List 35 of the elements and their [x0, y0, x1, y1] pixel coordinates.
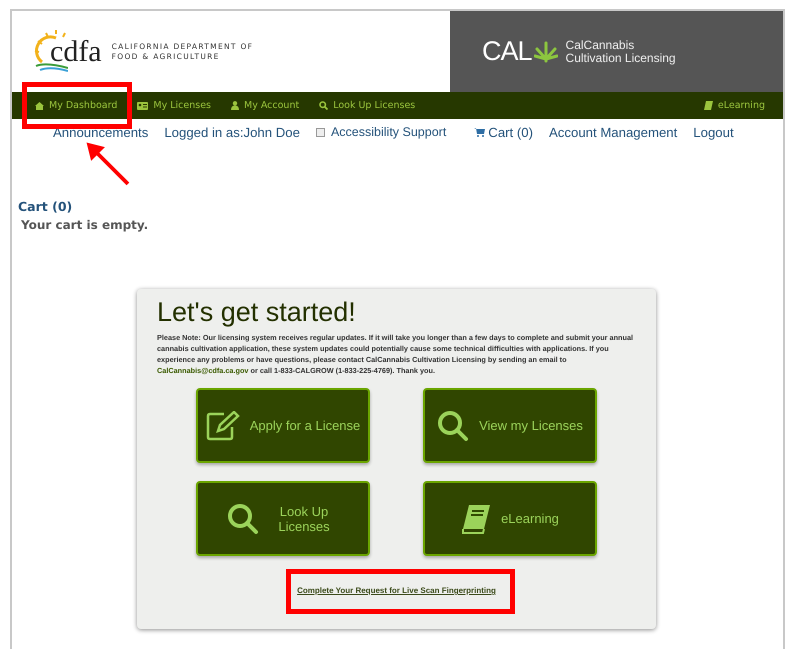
- tile-button[interactable]: Look Up Licenses: [196, 481, 370, 556]
- book-icon: [461, 504, 492, 534]
- checkbox[interactable]: [316, 128, 325, 136]
- nav-link[interactable]: My Licenses: [137, 100, 211, 111]
- brand-name: CalCannabis: [566, 38, 636, 52]
- tile-button[interactable]: Apply for a License: [196, 388, 370, 463]
- nav-link[interactable]: Look Up Licenses: [319, 100, 416, 111]
- top-link[interactable]: Account Management: [549, 124, 678, 140]
- edit-icon: [206, 410, 240, 440]
- fingerprinting-link[interactable]: Complete Your Request for Live Scan Fingerprinting: [297, 586, 496, 595]
- book-icon: [704, 101, 713, 110]
- cart-icon: [474, 128, 486, 136]
- search-icon: [437, 410, 470, 442]
- card-title: Let's get started!: [157, 297, 356, 328]
- user-icon: [231, 101, 239, 110]
- cart-message: Your cart is empty.: [21, 218, 150, 232]
- search-icon: [319, 101, 328, 110]
- cart-heading: Cart (0): [18, 199, 74, 214]
- top-link[interactable]: Announcements: [53, 124, 148, 140]
- nav-link[interactable]: My Dashboard: [35, 100, 118, 111]
- accessibility-toggle[interactable]: Accessibility Support: [316, 125, 446, 139]
- home-icon: [35, 102, 44, 110]
- brand-mark: CAL: [482, 36, 532, 67]
- top-link[interactable]: Logout: [693, 124, 734, 140]
- nav-link[interactable]: eLearning: [704, 100, 765, 111]
- tile-button[interactable]: eLearning: [423, 481, 597, 556]
- cart-link[interactable]: Cart (0): [474, 124, 533, 140]
- brand-name: Cultivation Licensing: [566, 52, 676, 64]
- search-icon: [227, 502, 259, 534]
- login-status: Logged in as:John Doe: [164, 124, 300, 140]
- leaf-icon: [534, 40, 558, 62]
- id-card-icon: [137, 102, 148, 110]
- nav-link[interactable]: My Account: [231, 100, 300, 111]
- tile-button[interactable]: View my Licenses: [423, 388, 597, 463]
- logo-text: cdfa: [50, 34, 102, 68]
